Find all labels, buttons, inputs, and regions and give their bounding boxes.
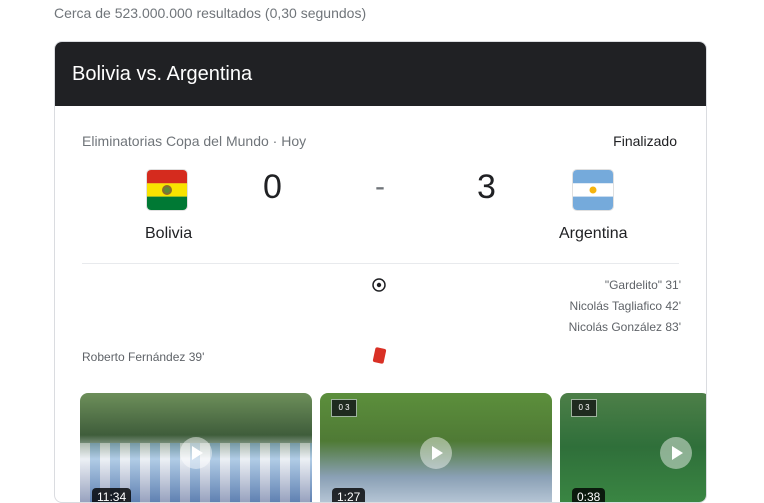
video-thumbnail-3[interactable]: 0 3 0:38 <box>560 393 706 502</box>
home-team-name[interactable]: Bolivia <box>145 225 192 243</box>
home-score: 0 <box>263 168 282 206</box>
play-icon[interactable] <box>420 437 452 469</box>
bolivia-flag-icon[interactable] <box>147 170 187 210</box>
results-count: Cerca de 523.000.000 resultados (0,30 se… <box>54 5 367 21</box>
away-goal-1: "Gardelito" 31' <box>604 278 681 292</box>
home-red-card: Roberto Fernández 39' <box>82 350 205 364</box>
match-status: Finalizado <box>613 133 677 149</box>
away-goal-3: Nicolás González 83' <box>568 320 681 334</box>
video-duration: 1:27 <box>332 488 366 502</box>
score-separator: - <box>375 170 385 203</box>
argentina-flag-icon[interactable] <box>573 170 613 210</box>
competition-label[interactable]: Eliminatorias Copa del Mundo · Hoy <box>82 133 306 149</box>
video-thumbnail-1[interactable]: 11:34 <box>80 393 312 502</box>
video-duration: 11:34 <box>92 488 132 502</box>
away-score: 3 <box>477 168 496 206</box>
video-thumbnail-2[interactable]: 0 3 1:27 <box>320 393 552 502</box>
play-icon[interactable] <box>180 437 212 469</box>
match-title-bar[interactable]: Bolivia vs. Argentina <box>55 42 706 106</box>
divider <box>82 263 679 264</box>
match-title[interactable]: Bolivia vs. Argentina <box>72 63 252 86</box>
scorebug-badge: 0 3 <box>571 399 597 417</box>
match-card[interactable]: Bolivia vs. Argentina Eliminatorias Copa… <box>54 41 707 503</box>
away-goal-2: Nicolás Tagliafico 42' <box>569 299 681 313</box>
soccer-ball-icon <box>372 278 386 292</box>
play-icon[interactable] <box>660 437 692 469</box>
red-card-icon <box>372 347 387 364</box>
scorebug-badge: 0 3 <box>331 399 357 417</box>
video-duration: 0:38 <box>572 488 606 502</box>
away-team-name[interactable]: Argentina <box>559 225 628 243</box>
